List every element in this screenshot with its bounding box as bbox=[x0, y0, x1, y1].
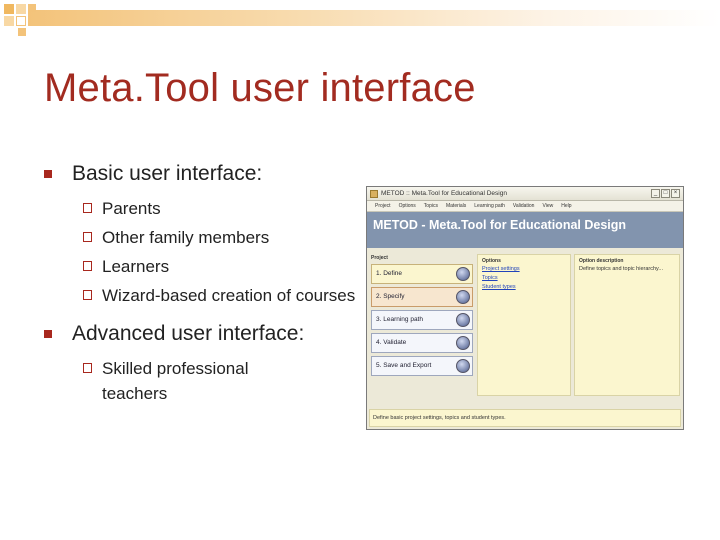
step-icon bbox=[456, 313, 470, 327]
step-icon bbox=[456, 290, 470, 304]
app-header: METOD - Meta.Tool for Educational Design bbox=[367, 212, 683, 248]
window-title: METOD :: Meta.Tool for Educational Desig… bbox=[381, 190, 507, 197]
sub-bullet-text: Other family members bbox=[102, 228, 270, 247]
corner-square bbox=[18, 28, 26, 36]
sub-bullet-text: Wizard-based creation of courses bbox=[102, 286, 356, 305]
sub-bullet: Learners bbox=[44, 254, 364, 279]
close-icon[interactable]: × bbox=[671, 189, 680, 198]
option-description-text: Define topics and topic hierarchy... bbox=[579, 266, 663, 272]
corner-square bbox=[16, 16, 26, 26]
hollow-square-icon bbox=[83, 261, 92, 271]
status-bar: Define basic project settings, topics an… bbox=[369, 409, 681, 427]
sub-bullet-text: Parents bbox=[102, 199, 161, 218]
step-define[interactable]: 1. Define bbox=[371, 264, 473, 284]
step-label: 5. Save and Export bbox=[376, 362, 432, 369]
step-learning-path[interactable]: 3. Learning path bbox=[371, 310, 473, 330]
step-save-export[interactable]: 5. Save and Export bbox=[371, 356, 473, 376]
column-header: Options bbox=[482, 258, 501, 264]
project-column: Project 1. Define 2. Specify 3. Learning… bbox=[371, 254, 473, 396]
step-validate[interactable]: 4. Validate bbox=[371, 333, 473, 353]
slide-title: Meta.Tool user interface bbox=[44, 66, 476, 110]
bullet-text: Basic user interface: bbox=[72, 162, 263, 185]
option-link-topics[interactable]: Topics bbox=[482, 274, 566, 283]
sub-bullet: Other family members bbox=[44, 225, 364, 250]
step-icon bbox=[456, 359, 470, 373]
menu-item[interactable]: Options bbox=[399, 201, 416, 211]
corner-square bbox=[4, 4, 14, 14]
step-icon bbox=[456, 267, 470, 281]
sub-bullet-text: Learners bbox=[102, 257, 170, 276]
app-body: Project 1. Define 2. Specify 3. Learning… bbox=[367, 248, 683, 400]
hollow-square-icon bbox=[83, 290, 92, 300]
menu-item[interactable]: Learning path bbox=[474, 201, 505, 211]
option-link-student-types[interactable]: Student types bbox=[482, 283, 566, 292]
corner-square bbox=[4, 16, 14, 26]
bullet-text: Advanced user interface: bbox=[72, 322, 305, 345]
menu-item[interactable]: Help bbox=[561, 201, 571, 211]
bullet-list: Basic user interface: Parents Other fami… bbox=[44, 158, 364, 406]
corner-square bbox=[28, 4, 36, 12]
window-controls: _ □ × bbox=[651, 189, 680, 198]
step-icon bbox=[456, 336, 470, 350]
square-bullet-icon bbox=[44, 330, 52, 338]
header-gradient-bar bbox=[28, 10, 720, 26]
step-label: 4. Validate bbox=[376, 339, 407, 346]
app-icon bbox=[370, 190, 378, 198]
menu-item[interactable]: View bbox=[542, 201, 553, 211]
app-window-screenshot: METOD :: Meta.Tool for Educational Desig… bbox=[366, 186, 684, 430]
corner-decoration bbox=[0, 0, 720, 40]
hollow-square-icon bbox=[83, 203, 92, 213]
minimize-icon[interactable]: _ bbox=[651, 189, 660, 198]
step-label: 1. Define bbox=[376, 270, 403, 277]
menu-item[interactable]: Materials bbox=[446, 201, 466, 211]
maximize-icon[interactable]: □ bbox=[661, 189, 670, 198]
step-specify[interactable]: 2. Specify bbox=[371, 287, 473, 307]
column-header: Option description bbox=[579, 258, 624, 264]
sub-bullet: Skilled professional teachers bbox=[44, 356, 304, 406]
options-column: Options Project settings Topics Student … bbox=[477, 254, 571, 396]
bullet-level1: Basic user interface: bbox=[44, 158, 364, 190]
step-label: 3. Learning path bbox=[376, 316, 423, 323]
menu-item[interactable]: Project bbox=[375, 201, 391, 211]
sub-bullet: Wizard-based creation of courses bbox=[44, 283, 364, 308]
sub-bullet: Parents bbox=[44, 196, 364, 221]
window-titlebar: METOD :: Meta.Tool for Educational Desig… bbox=[367, 187, 683, 201]
description-column: Option description Define topics and top… bbox=[574, 254, 680, 396]
square-bullet-icon bbox=[44, 170, 52, 178]
bullet-level1: Advanced user interface: bbox=[44, 318, 364, 350]
menu-item[interactable]: Topics bbox=[424, 201, 438, 211]
hollow-square-icon bbox=[83, 363, 92, 373]
column-header: Project bbox=[371, 255, 388, 261]
sub-bullet-text: Skilled professional teachers bbox=[102, 359, 249, 403]
hollow-square-icon bbox=[83, 232, 92, 242]
step-label: 2. Specify bbox=[376, 293, 405, 300]
menu-bar: Project Options Topics Materials Learnin… bbox=[367, 201, 683, 212]
option-link-project-settings[interactable]: Project settings bbox=[482, 265, 566, 274]
menu-item[interactable]: Validation bbox=[513, 201, 535, 211]
corner-square bbox=[16, 4, 26, 14]
